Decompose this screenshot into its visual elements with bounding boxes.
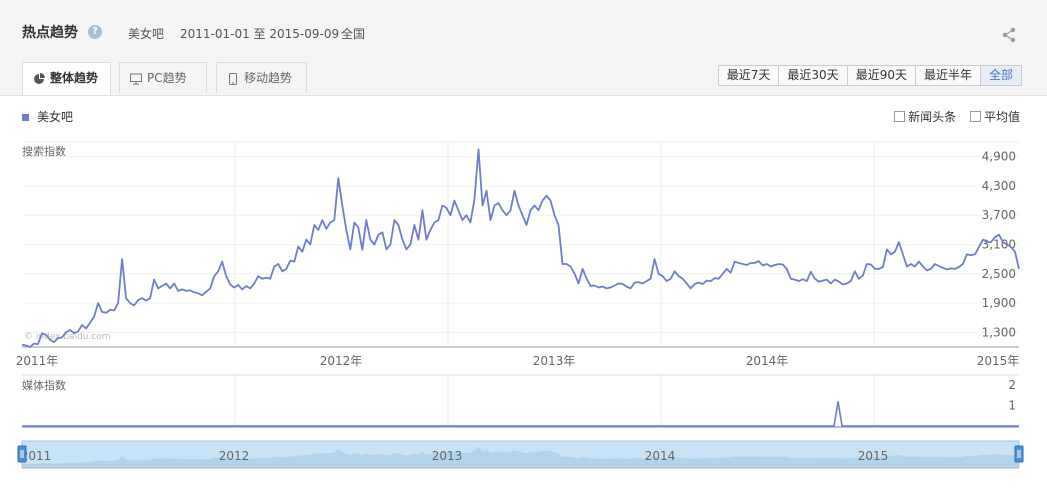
y-axis-title: 搜索指数 xyxy=(22,144,66,158)
trend-chart[interactable]: 1,300 1,900 2,500 3,100 3,700 4,300 4,900 搜索指数 2… xyxy=(0,0,1047,498)
media-y-tick-label: 2 xyxy=(1008,378,1016,392)
x-tick-label: 2015年 xyxy=(977,354,1020,368)
y-tick-label: 3,100 xyxy=(982,238,1016,252)
media-series-line xyxy=(22,401,1019,427)
navigator-handle-left[interactable] xyxy=(17,445,27,463)
y-tick-label: 1,900 xyxy=(982,296,1016,310)
media-y-axis-title: 媒体指数 xyxy=(22,378,66,392)
series-line-meinvba xyxy=(21,148,1020,348)
x-tick-label: 2011年 xyxy=(16,354,59,368)
y-tick-label: 4,900 xyxy=(982,150,1016,164)
media-y-tick-label: 1 xyxy=(1008,399,1016,413)
x-tick-label: 2012年 xyxy=(320,354,363,368)
y-tick-label: 4,300 xyxy=(982,179,1016,193)
navigator-tick-label: 2015 xyxy=(858,449,889,463)
y-tick-label: 1,300 xyxy=(982,325,1016,339)
y-tick-label: 3,700 xyxy=(982,208,1016,222)
watermark: © index.baidu.com xyxy=(24,332,111,342)
navigator-tick-label: 2014 xyxy=(645,449,676,463)
x-tick-label: 2013年 xyxy=(533,354,576,368)
navigator-handle-right[interactable] xyxy=(1014,445,1024,463)
navigator-tick-label: 2012 xyxy=(219,449,250,463)
y-tick-label: 2,500 xyxy=(982,267,1016,281)
x-tick-label: 2014年 xyxy=(746,354,789,368)
navigator-tick-label: 2013 xyxy=(432,449,463,463)
